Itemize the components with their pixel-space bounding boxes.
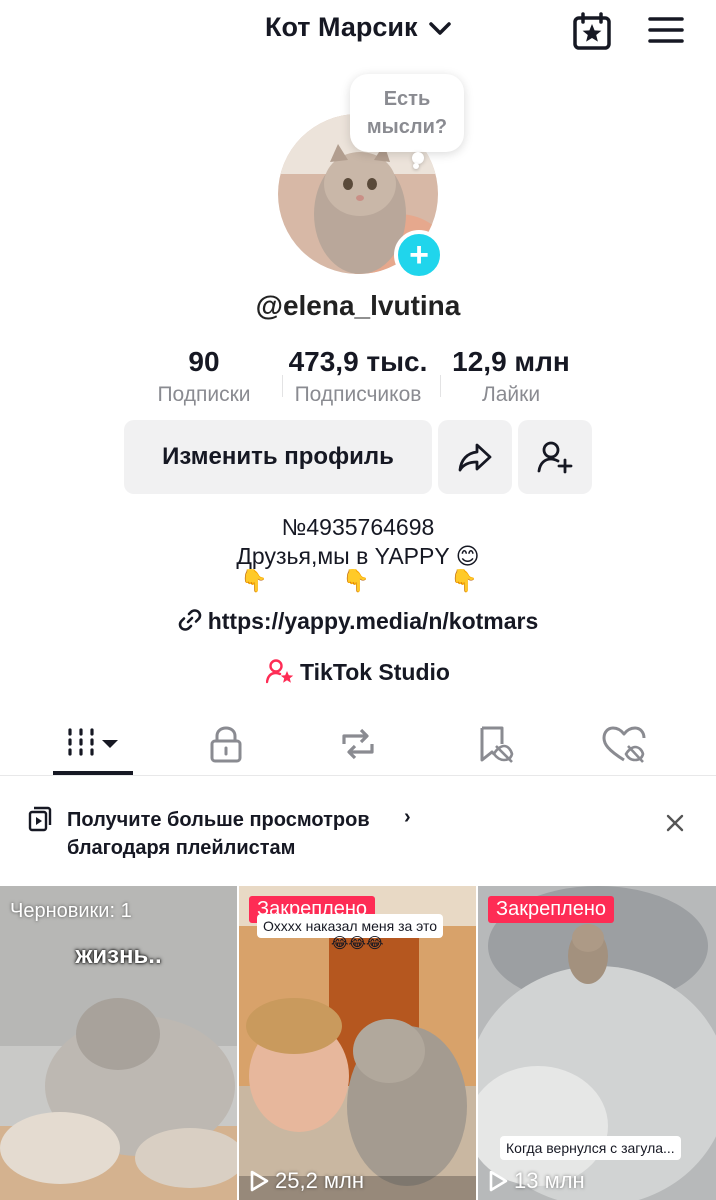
grid-icon bbox=[68, 728, 118, 760]
view-count: 13 млн bbox=[488, 1168, 585, 1194]
repost-icon bbox=[342, 728, 374, 760]
stat-label: Лайки bbox=[481, 383, 541, 406]
bio-line: №4935764698 bbox=[281, 514, 435, 540]
menu-icon[interactable] bbox=[648, 14, 684, 46]
pointing-down-icon: 👇 bbox=[450, 568, 478, 593]
chevron-down-icon bbox=[429, 22, 451, 35]
tab-reposts[interactable] bbox=[328, 724, 388, 764]
stat-label: Подписчиков bbox=[294, 383, 422, 406]
stat-value: 90 bbox=[188, 346, 220, 377]
thought-bubble-dot bbox=[413, 163, 419, 169]
profile-tabs bbox=[0, 712, 716, 776]
video-thumbnail-pinned[interactable]: Закреплено Охххх наказал меня за это 😂😂😂… bbox=[239, 886, 476, 1200]
view-count: 25,2 млн bbox=[249, 1168, 364, 1194]
pointing-down-icon: 👇 bbox=[342, 568, 370, 593]
tiktok-studio-label: TikTok Studio bbox=[300, 659, 450, 685]
add-user-icon bbox=[537, 441, 573, 474]
thought-bubble-dot bbox=[412, 152, 424, 164]
stat-followers[interactable]: 473,9 тыс. Подписчиков bbox=[282, 344, 434, 410]
stat-value: 473,9 тыс. bbox=[288, 346, 428, 377]
view-count-text: 13 млн bbox=[514, 1168, 585, 1193]
thought-bubble[interactable]: Есть мысли? bbox=[350, 74, 464, 152]
stat-following[interactable]: 90 Подписки bbox=[148, 344, 260, 410]
video-overlay-text: жизнь.. bbox=[75, 942, 162, 969]
stat-label: Подписки bbox=[157, 383, 251, 406]
share-icon bbox=[458, 443, 492, 472]
tab-favorites[interactable] bbox=[464, 724, 524, 764]
lock-icon bbox=[210, 726, 242, 763]
top-bar: Кот Марсик bbox=[0, 0, 716, 62]
video-thumbnail-drafts[interactable]: Черновики: 1 жизнь.. bbox=[0, 886, 237, 1200]
pinned-badge: Закреплено bbox=[488, 896, 614, 923]
account-name: Кот Марсик bbox=[265, 12, 418, 42]
plus-icon: + bbox=[409, 236, 429, 274]
add-friends-button[interactable] bbox=[518, 420, 592, 494]
stat-divider bbox=[440, 375, 441, 397]
bio-pointers: 👇 👇 👇 bbox=[0, 568, 716, 600]
tab-private[interactable] bbox=[196, 724, 256, 764]
edit-profile-button[interactable]: Изменить профиль bbox=[124, 420, 432, 494]
video-caption-emoji: 😂😂😂 bbox=[331, 935, 384, 952]
username: @elena_lvutina bbox=[255, 290, 461, 321]
pointing-down-icon: 👇 bbox=[240, 568, 268, 593]
drafts-thumbnail-image bbox=[0, 886, 237, 1200]
play-icon bbox=[250, 1170, 269, 1192]
thought-bubble-text: Есть мысли? bbox=[366, 88, 448, 138]
tab-videos[interactable] bbox=[64, 724, 124, 764]
chevron-right-icon: › bbox=[404, 806, 411, 828]
stat-value: 12,9 млн bbox=[452, 346, 570, 377]
playlist-icon bbox=[28, 806, 52, 832]
close-icon[interactable] bbox=[664, 812, 686, 834]
bio-line: Друзья,мы в YAPPY 😊 bbox=[236, 543, 480, 569]
tiktok-studio-link[interactable]: TikTok Studio bbox=[0, 658, 716, 686]
video-grid: Черновики: 1 жизнь.. Закреплено Охххх на… bbox=[0, 886, 716, 1200]
bio-link[interactable]: https://yappy.media/n/kotmars bbox=[0, 608, 716, 635]
video-caption: Когда вернулся с загула... bbox=[500, 1136, 681, 1160]
bio-link-text: https://yappy.media/n/kotmars bbox=[207, 608, 539, 634]
heart-hidden-icon bbox=[602, 726, 646, 763]
bookmark-hidden-icon bbox=[480, 726, 514, 763]
creator-star-icon bbox=[265, 659, 294, 684]
playlist-promo[interactable]: Получите больше просмотров благодаря пле… bbox=[0, 776, 716, 884]
stat-likes[interactable]: 12,9 млн Лайки bbox=[444, 344, 578, 410]
view-count-text: 25,2 млн bbox=[275, 1168, 365, 1193]
link-icon bbox=[178, 609, 201, 631]
play-icon bbox=[489, 1170, 508, 1192]
share-profile-button[interactable] bbox=[438, 420, 512, 494]
active-tab-indicator bbox=[53, 771, 133, 775]
promo-line: Получите больше просмотров bbox=[67, 809, 370, 831]
calendar-star-icon[interactable] bbox=[572, 12, 612, 50]
video-thumbnail-pinned[interactable]: Закреплено Когда вернулся с загула... 13… bbox=[478, 886, 716, 1200]
add-avatar-button[interactable]: + bbox=[394, 230, 444, 280]
tab-liked[interactable] bbox=[594, 724, 654, 764]
promo-text: Получите больше просмотров благодаря пле… bbox=[67, 806, 370, 862]
drafts-label: Черновики: 1 bbox=[10, 900, 132, 922]
promo-line: благодаря плейлистам bbox=[67, 837, 296, 859]
